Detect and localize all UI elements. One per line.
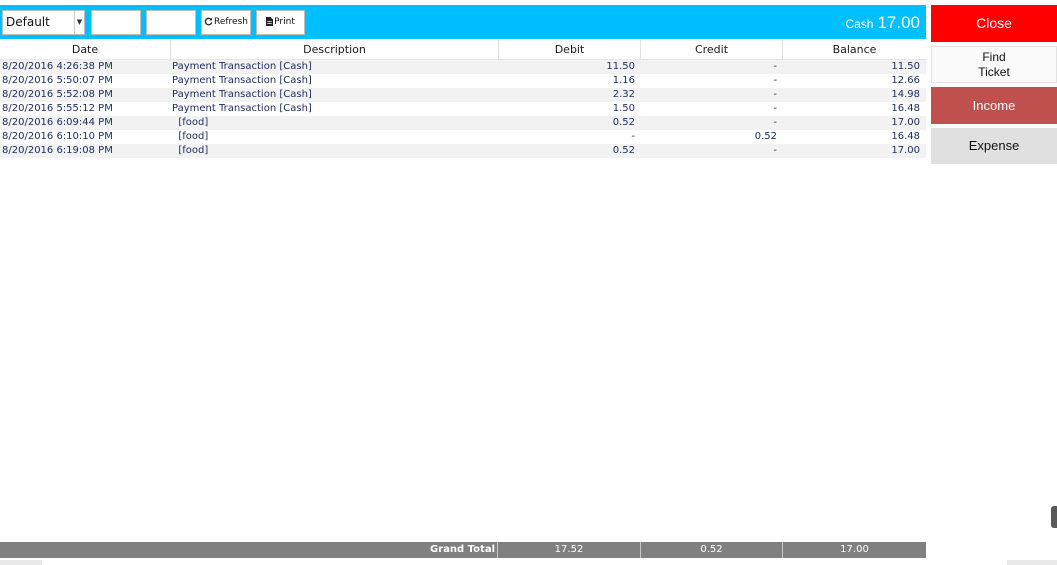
column-header-date[interactable]: Date — [0, 40, 170, 59]
cell-description: Payment Transaction [Cash] — [172, 89, 312, 100]
toolbar: Default ▼ Refresh Print Cash 17.00 — [0, 5, 926, 39]
cell-debit: 2.32 — [612, 89, 635, 100]
cell-balance: 16.48 — [891, 103, 920, 114]
grand-total-row: Grand Total 17.52 0.52 17.00 — [0, 542, 926, 558]
cell-credit: 0.52 — [754, 131, 777, 142]
cell-credit: - — [773, 61, 777, 72]
side-panel-handle[interactable] — [1051, 506, 1057, 528]
cell-description: [food] — [172, 131, 209, 142]
refresh-button[interactable]: Refresh — [201, 10, 251, 35]
cell-balance: 14.98 — [891, 89, 920, 100]
chevron-down-icon[interactable]: ▼ — [74, 11, 84, 34]
cash-total: Cash 17.00 — [845, 13, 920, 33]
cell-description: [food] — [172, 117, 209, 128]
cell-description: [food] — [172, 145, 209, 156]
cell-date: 8/20/2016 6:10:10 PM — [2, 131, 113, 142]
cell-debit: 11.50 — [606, 61, 635, 72]
refresh-icon — [204, 17, 213, 26]
column-header-debit[interactable]: Debit — [498, 40, 640, 59]
expense-button[interactable]: Expense — [931, 128, 1057, 164]
grand-total-credit: 0.52 — [640, 542, 782, 558]
table-row[interactable]: 8/20/2016 5:52:08 PM Payment Transaction … — [0, 88, 926, 102]
bottom-scroll-track[interactable] — [0, 560, 42, 565]
cash-amount: 17.00 — [877, 13, 920, 32]
column-header-description[interactable]: Description — [170, 40, 498, 59]
cell-balance: 12.66 — [891, 75, 920, 86]
column-header-balance[interactable]: Balance — [782, 40, 926, 59]
cell-description: Payment Transaction [Cash] — [172, 61, 312, 72]
print-label: Print — [274, 17, 295, 27]
start-date-field[interactable] — [91, 10, 141, 35]
cell-balance: 11.50 — [891, 61, 920, 72]
transactions-table: Date Description Debit Credit Balance 8/… — [0, 40, 926, 158]
cell-description: Payment Transaction [Cash] — [172, 103, 312, 114]
cell-date: 8/20/2016 5:50:07 PM — [2, 75, 113, 86]
grand-total-balance: 17.00 — [782, 542, 926, 558]
table-header: Date Description Debit Credit Balance — [0, 40, 926, 60]
column-header-credit[interactable]: Credit — [640, 40, 782, 59]
grand-total-label: Grand Total — [430, 544, 495, 555]
find-ticket-button[interactable]: Find Ticket — [931, 46, 1057, 83]
table-row[interactable]: 8/20/2016 6:19:08 PM [food] 0.52 - 17.00 — [0, 144, 926, 158]
cell-credit: - — [773, 75, 777, 86]
cell-description: Payment Transaction [Cash] — [172, 75, 312, 86]
cell-debit: 0.52 — [612, 145, 635, 156]
close-button[interactable]: Close — [931, 5, 1057, 42]
cash-label: Cash — [845, 17, 874, 31]
cell-date: 8/20/2016 6:09:44 PM — [2, 117, 113, 128]
end-date-field[interactable] — [146, 10, 196, 35]
bottom-scroll-track-right[interactable] — [1007, 560, 1057, 565]
income-button[interactable]: Income — [931, 87, 1057, 124]
table-row[interactable]: 8/20/2016 6:10:10 PM [food] - 0.52 16.48 — [0, 130, 926, 144]
cell-credit: - — [773, 145, 777, 156]
grand-total-debit: 17.52 — [497, 542, 640, 558]
cell-credit: - — [773, 117, 777, 128]
table-body: 8/20/2016 4:26:38 PM Payment Transaction … — [0, 60, 926, 158]
cell-balance: 17.00 — [891, 145, 920, 156]
cell-date: 8/20/2016 5:55:12 PM — [2, 103, 113, 114]
cell-debit: 1.16 — [612, 75, 635, 86]
table-row[interactable]: 8/20/2016 6:09:44 PM [food] 0.52 - 17.00 — [0, 116, 926, 130]
cell-date: 8/20/2016 6:19:08 PM — [2, 145, 113, 156]
document-icon — [266, 17, 274, 26]
cell-credit: - — [773, 103, 777, 114]
table-row[interactable]: 8/20/2016 4:26:38 PM Payment Transaction … — [0, 60, 926, 74]
filter-select[interactable]: Default ▼ — [2, 10, 85, 35]
table-row[interactable]: 8/20/2016 5:55:12 PM Payment Transaction … — [0, 102, 926, 116]
refresh-label: Refresh — [214, 17, 248, 27]
cell-credit: - — [773, 89, 777, 100]
cell-date: 8/20/2016 5:52:08 PM — [2, 89, 113, 100]
cell-balance: 16.48 — [891, 131, 920, 142]
filter-select-value: Default — [6, 15, 50, 29]
cell-balance: 17.00 — [891, 117, 920, 128]
cell-date: 8/20/2016 4:26:38 PM — [2, 61, 113, 72]
cell-debit: 1.50 — [612, 103, 635, 114]
cell-debit: 0.52 — [612, 117, 635, 128]
cell-debit: - — [631, 131, 635, 142]
print-button[interactable]: Print — [256, 10, 305, 35]
table-row[interactable]: 8/20/2016 5:50:07 PM Payment Transaction … — [0, 74, 926, 88]
